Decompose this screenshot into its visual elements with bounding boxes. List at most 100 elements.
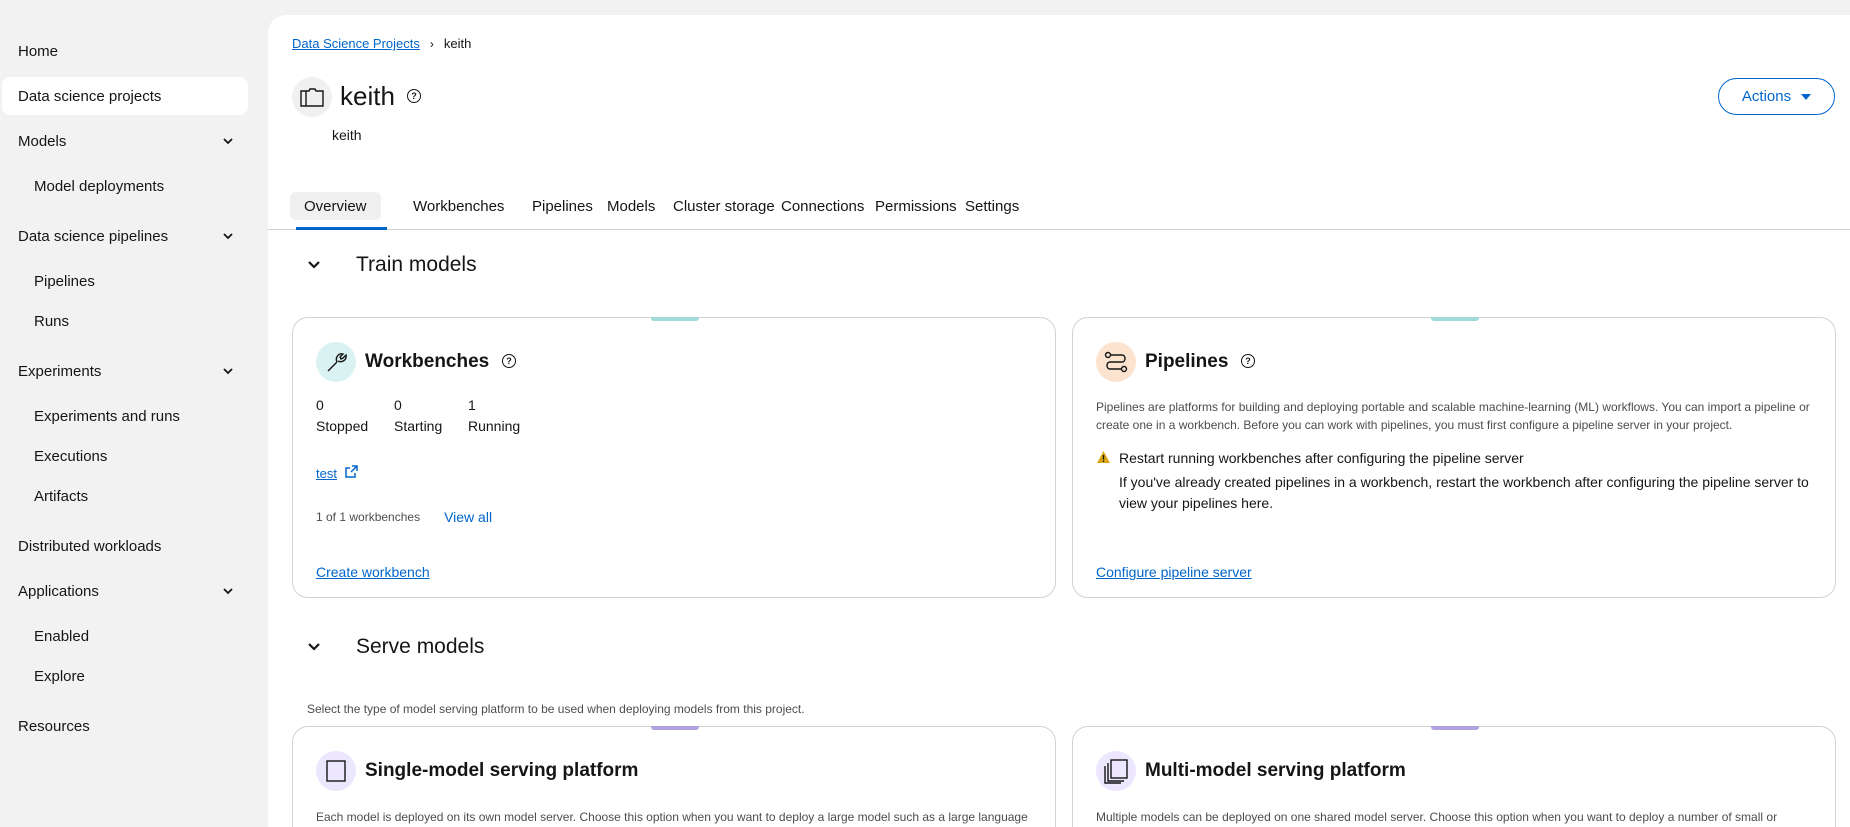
card-title: Multi-model serving platform [1145, 760, 1406, 781]
stat-label: Starting [394, 418, 443, 434]
card-accent-bar [651, 317, 699, 321]
chevron-down-icon[interactable] [306, 257, 322, 273]
chevron-down-icon [222, 135, 234, 147]
stat-value: 1 [468, 397, 476, 413]
pipelines-card: Pipelines ? Pipelines are platforms for … [1072, 317, 1836, 598]
stat-label: Stopped [316, 418, 369, 434]
sidebar-item-model-deployments[interactable]: Model deployments [2, 167, 248, 205]
chevron-down-icon [222, 230, 234, 242]
warning-body: If you've already created pipelines in a… [1119, 474, 1809, 511]
caret-down-icon [1801, 93, 1812, 100]
serve-description: Select the type of model serving platfor… [307, 702, 805, 716]
stat-value: 0 [316, 397, 324, 413]
stat-stopped: 0 Stopped [316, 395, 368, 437]
card-title: Workbenches [365, 351, 490, 372]
workbench-count-row: 1 of 1 workbenches View all [316, 509, 492, 525]
stat-value: 0 [394, 397, 402, 413]
sidebar-item-enabled[interactable]: Enabled [2, 617, 248, 655]
sidebar-item-explore[interactable]: Explore [2, 657, 248, 695]
actions-dropdown-button[interactable]: Actions [1718, 78, 1835, 115]
sidebar-item-data-science-pipelines[interactable]: Data science pipelines [2, 217, 248, 255]
sidebar-item-models[interactable]: Models [2, 122, 248, 160]
sidebar-item-home[interactable]: Home [2, 32, 248, 70]
sidebar-item-runs[interactable]: Runs [2, 302, 248, 340]
workbenches-card: Workbenches ? 0 Stopped 0 Starting 1 Run… [292, 317, 1056, 598]
sidebar-item-label: Experiments [18, 362, 102, 380]
configure-pipeline-server-link[interactable]: Configure pipeline server [1096, 564, 1252, 580]
card-accent-bar [651, 726, 699, 730]
single-model-platform-card[interactable]: Single-model serving platform Each model… [292, 726, 1056, 827]
sidebar-item-applications[interactable]: Applications [2, 572, 248, 610]
breadcrumb: Data Science Projects › keith [292, 36, 471, 51]
multi-model-icon [1096, 751, 1136, 791]
external-link-icon[interactable] [345, 465, 358, 481]
sidebar-item-distributed-workloads[interactable]: Distributed workloads [2, 527, 248, 565]
sidebar-item-pipelines[interactable]: Pipelines [2, 262, 248, 300]
chevron-down-icon [222, 585, 234, 597]
sidebar-item-label: Data science projects [18, 87, 162, 105]
workbench-item: test [316, 465, 358, 481]
view-all-link[interactable]: View all [444, 509, 492, 525]
active-tab-indicator [296, 227, 387, 230]
sidebar-item-label: Experiments and runs [34, 407, 180, 425]
pipeline-icon [1096, 342, 1136, 382]
sidebar-item-label: Executions [34, 447, 108, 465]
tab-workbenches[interactable]: Workbenches [399, 192, 518, 220]
warning-alert: Restart running workbenches after config… [1096, 450, 1819, 514]
warning-title: Restart running workbenches after config… [1119, 450, 1524, 466]
card-title: Pipelines [1145, 351, 1229, 372]
sidebar-item-experiments-and-runs[interactable]: Experiments and runs [2, 397, 248, 435]
breadcrumb-current: keith [443, 36, 472, 51]
sidebar-item-label: Applications [18, 582, 99, 600]
main-panel: Data Science Projects › keith keith ? ke… [268, 15, 1850, 827]
breadcrumb-separator: › [429, 36, 434, 51]
sidebar-item-label: Resources [18, 717, 90, 735]
tab-settings[interactable]: Settings [951, 192, 1033, 220]
multi-model-platform-card[interactable]: Multi-model serving platform Multiple mo… [1072, 726, 1836, 827]
help-icon[interactable]: ? [1241, 354, 1255, 368]
sidebar-item-label: Distributed workloads [18, 537, 162, 555]
sidebar-item-label: Data science pipelines [18, 227, 169, 245]
tab-models[interactable]: Models [593, 192, 669, 220]
card-accent-bar [1431, 317, 1479, 321]
sidebar-item-label: Artifacts [34, 487, 89, 505]
actions-label: Actions [1741, 88, 1792, 105]
card-accent-bar [1431, 726, 1479, 730]
pipelines-description: Pipelines are platforms for building and… [1096, 400, 1810, 432]
train-models-header: Train models [306, 253, 477, 277]
breadcrumb-link-projects[interactable]: Data Science Projects [292, 36, 420, 51]
create-workbench-link[interactable]: Create workbench [316, 564, 430, 580]
sidebar-item-executions[interactable]: Executions [2, 437, 248, 475]
sidebar-item-label: Pipelines [34, 272, 95, 290]
chevron-down-icon [222, 365, 234, 377]
sidebar-nav: Home Data science projects Models Model … [0, 0, 252, 827]
tab-overview[interactable]: Overview [290, 192, 381, 220]
sidebar-item-label: Model deployments [34, 177, 165, 195]
page-title: keith [340, 81, 395, 111]
workbench-count-text: 1 of 1 workbenches [316, 510, 421, 524]
card-title: Single-model serving platform [365, 760, 639, 781]
project-subtitle: keith [332, 127, 362, 143]
project-icon [292, 77, 332, 117]
chevron-down-icon[interactable] [306, 639, 322, 655]
help-icon[interactable]: ? [407, 89, 421, 103]
sidebar-item-experiments[interactable]: Experiments [2, 352, 248, 390]
single-model-icon [316, 751, 356, 791]
sidebar-item-label: Home [18, 42, 59, 60]
section-title: Serve models [356, 635, 485, 658]
sidebar-item-data-science-projects[interactable]: Data science projects [2, 77, 248, 115]
help-icon[interactable]: ? [502, 354, 516, 368]
stat-label: Running [468, 418, 521, 434]
section-title: Train models [356, 253, 477, 276]
single-model-description: Each model is deployed on its own model … [316, 810, 1028, 824]
multi-model-description: Multiple models can be deployed on one s… [1096, 810, 1778, 824]
workbench-link-test[interactable]: test [316, 466, 337, 481]
sidebar-item-artifacts[interactable]: Artifacts [2, 477, 248, 515]
sidebar-item-label: Models [18, 132, 67, 150]
sidebar-item-label: Runs [34, 312, 70, 330]
sidebar-item-resources[interactable]: Resources [2, 707, 248, 745]
stat-running: 1 Running [468, 395, 520, 437]
serve-models-header: Serve models [306, 635, 484, 659]
sidebar-item-label: Explore [34, 667, 85, 685]
stat-starting: 0 Starting [394, 395, 442, 437]
